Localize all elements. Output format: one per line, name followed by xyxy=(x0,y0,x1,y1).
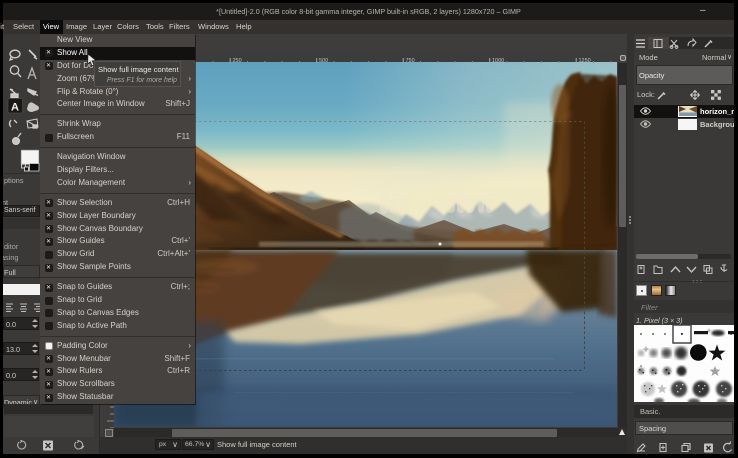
svg-text:250: 250 xyxy=(233,58,242,63)
svg-text:1000: 1000 xyxy=(492,58,504,63)
svg-text:750: 750 xyxy=(406,58,415,63)
svg-text:500: 500 xyxy=(319,58,328,63)
svg-text:A: A xyxy=(11,101,19,113)
svg-text:1250: 1250 xyxy=(579,58,591,63)
